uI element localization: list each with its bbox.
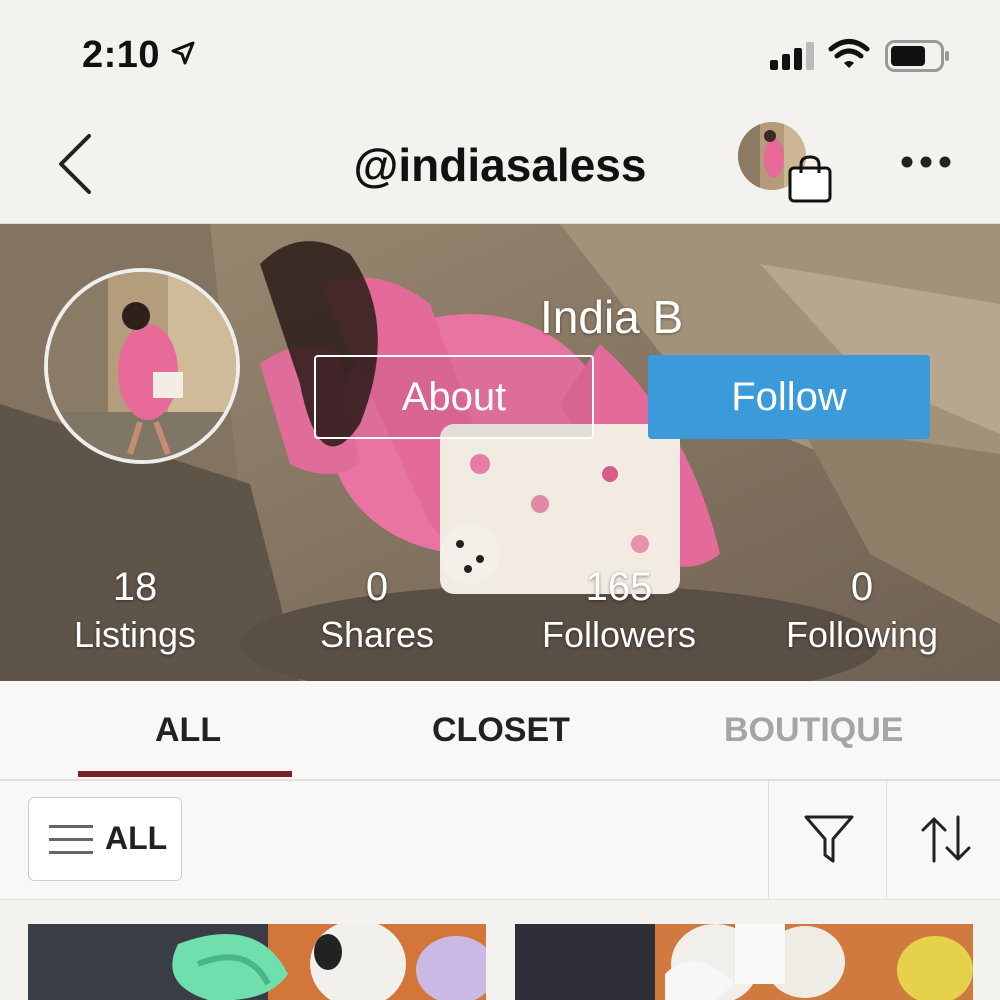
about-button[interactable]: About (314, 355, 594, 439)
follow-button[interactable]: Follow (648, 355, 930, 439)
wifi-icon (828, 39, 870, 68)
active-tab-indicator (78, 771, 292, 777)
listing-thumbnail[interactable] (28, 924, 486, 1000)
filter-bar: ALL (0, 781, 1000, 900)
stat-following[interactable]: 0 Following (742, 564, 982, 660)
stat-listings[interactable]: 18 Listings (15, 564, 255, 660)
page-title-username: @indiasaless (353, 139, 647, 191)
sort-arrows-icon[interactable] (920, 815, 972, 863)
stat-value: 0 (365, 565, 389, 609)
category-select-button[interactable]: ALL (28, 797, 182, 881)
cellular-signal-icon (770, 42, 814, 70)
status-bar: 2:10 (0, 0, 1000, 110)
profile-avatar[interactable] (44, 268, 240, 464)
profile-display-name: India B (540, 291, 684, 343)
filter-funnel-icon[interactable] (803, 813, 855, 865)
stat-followers[interactable]: 165 Followers (499, 564, 739, 660)
tab-boutique[interactable]: BOUTIQUE (724, 711, 903, 750)
battery-icon (885, 40, 949, 72)
listing-thumbnail[interactable] (515, 924, 973, 1000)
tab-all[interactable]: ALL (155, 711, 221, 750)
shopping-bag-icon[interactable] (786, 154, 834, 204)
stat-value: 18 (112, 565, 158, 609)
hamburger-menu-icon (49, 825, 93, 854)
divider (768, 781, 769, 899)
stat-label: Followers (541, 614, 697, 655)
cover-photo: India B About Follow 18 Listings 0 Share… (0, 224, 1000, 681)
status-time: 2:10 (82, 34, 161, 76)
stat-label: Listings (73, 614, 197, 655)
category-select-label: ALL (105, 820, 168, 856)
more-dots-icon[interactable] (900, 155, 952, 169)
divider (886, 781, 887, 899)
stat-value: 165 (585, 565, 653, 609)
profile-header: @indiasaless (0, 110, 1000, 224)
listings-grid (0, 900, 1000, 1000)
location-arrow-icon (171, 41, 195, 65)
stat-shares[interactable]: 0 Shares (257, 564, 497, 660)
stat-label: Shares (319, 614, 435, 655)
closet-tabs: ALL CLOSET BOUTIQUE (0, 681, 1000, 781)
stat-value: 0 (850, 565, 874, 609)
stat-label: Following (785, 614, 939, 655)
tab-closet[interactable]: CLOSET (432, 711, 570, 750)
